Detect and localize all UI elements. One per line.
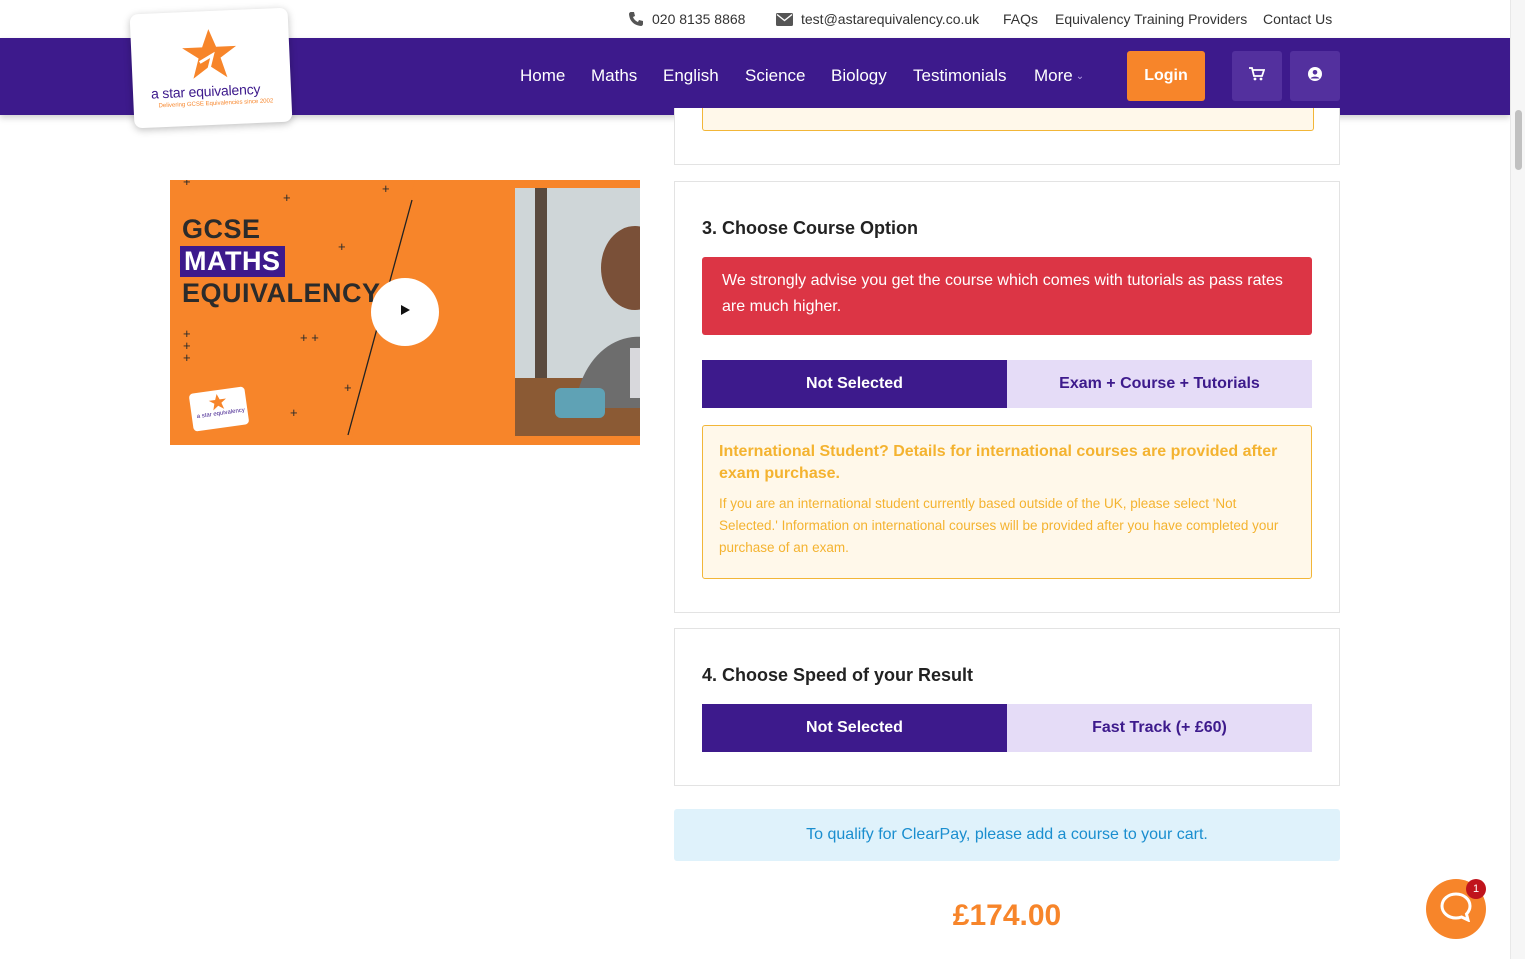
- video-title-line1: GCSE: [182, 214, 261, 244]
- chevron-down-icon: ⌄: [1075, 71, 1085, 82]
- star-logo-icon: [178, 26, 243, 89]
- nav-biology[interactable]: Biology: [831, 66, 887, 86]
- course-option-toggle: Not Selected Exam + Course + Tutorials: [702, 360, 1312, 408]
- result-speed-toggle: Not Selected Fast Track (+ £60): [702, 704, 1312, 752]
- nav-science[interactable]: Science: [745, 66, 805, 86]
- sparkle-icon: +: [283, 190, 291, 205]
- video-mini-logo: a star equivalency: [188, 386, 250, 432]
- result-speed-card: 4. Choose Speed of your Result Not Selec…: [674, 628, 1340, 786]
- clearpay-notice: To qualify for ClearPay, please add a co…: [674, 809, 1340, 861]
- sparkle-icon: +: [183, 180, 191, 189]
- sparkle-icon: +: [344, 380, 352, 395]
- play-button[interactable]: [371, 278, 439, 346]
- chat-bubble-icon: [1440, 891, 1472, 927]
- speed-not-selected[interactable]: Not Selected: [702, 704, 1007, 752]
- speed-fast-track[interactable]: Fast Track (+ £60): [1007, 704, 1312, 752]
- topbar-link-faqs[interactable]: FAQs: [1003, 11, 1038, 27]
- tutorial-advice-alert: We strongly advise you get the course wh…: [702, 257, 1312, 335]
- email-address: test@astarequivalency.co.uk: [801, 11, 980, 27]
- scrollbar-thumb[interactable]: [1515, 110, 1522, 170]
- sparkle-icon: +: [290, 405, 298, 420]
- video-title-line2: MATHS: [180, 246, 285, 277]
- cart-icon: [1249, 66, 1266, 86]
- account-button[interactable]: [1290, 51, 1340, 101]
- course-option-not-selected[interactable]: Not Selected: [702, 360, 1007, 408]
- email-contact[interactable]: test@astarequivalency.co.uk: [776, 11, 979, 27]
- international-student-notice: International Student? Details for inter…: [702, 425, 1312, 579]
- phone-contact[interactable]: 020 8135 8868: [628, 11, 745, 27]
- nav-home[interactable]: Home: [520, 66, 565, 86]
- nav-more-label: More: [1034, 66, 1073, 85]
- sparkle-icon: +: [183, 350, 191, 365]
- site-logo[interactable]: a star equivalency Delivering GCSE Equiv…: [129, 7, 293, 129]
- course-option-exam-course-tutorials[interactable]: Exam + Course + Tutorials: [1007, 360, 1312, 408]
- chat-unread-badge: 1: [1466, 879, 1486, 899]
- international-notice-heading: International Student? Details for inter…: [719, 443, 1278, 482]
- envelope-icon: [776, 12, 793, 26]
- phone-icon: [628, 11, 644, 27]
- sparkle-icon: +: [338, 239, 346, 254]
- video-title-line3: EQUIVALENCY: [182, 278, 381, 308]
- topbar-link-label: Contact Us: [1263, 11, 1333, 27]
- nav-more[interactable]: More ⌄: [1034, 66, 1084, 86]
- total-price: £174.00: [952, 899, 1062, 932]
- course-option-title: 3. Choose Course Option: [702, 218, 919, 238]
- nav-maths[interactable]: Maths: [591, 66, 637, 86]
- phone-number: 020 8135 8868: [652, 11, 746, 27]
- topbar-link-label: FAQs: [1003, 11, 1039, 27]
- user-icon: [1308, 66, 1322, 86]
- previous-warning-box: [702, 108, 1314, 131]
- topbar-link-training-providers[interactable]: Equivalency Training Providers: [1055, 11, 1247, 27]
- sparkle-icon: +: [382, 181, 390, 196]
- topbar-link-label: Equivalency Training Providers: [1055, 11, 1248, 27]
- previous-step-card: [674, 108, 1340, 165]
- logo-wordmark: a star equivalency: [150, 80, 261, 102]
- result-speed-title: 4. Choose Speed of your Result: [702, 665, 974, 685]
- nav-english[interactable]: English: [663, 66, 719, 86]
- login-button[interactable]: Login: [1127, 51, 1205, 101]
- video-thumbnail[interactable]: GCSE MATHS EQUIVALENCY + + + + + + + + +…: [170, 180, 640, 445]
- nav-testimonials[interactable]: Testimonials: [913, 66, 1007, 86]
- sparkle-icon: + +: [300, 330, 319, 345]
- cart-button[interactable]: [1232, 51, 1282, 101]
- page-scrollbar[interactable]: [1510, 0, 1525, 959]
- topbar-link-contact-us[interactable]: Contact Us: [1263, 11, 1332, 27]
- course-option-card: 3. Choose Course Option We strongly advi…: [674, 181, 1340, 613]
- international-notice-body: If you are an international student curr…: [719, 496, 1279, 555]
- play-icon: [399, 303, 411, 321]
